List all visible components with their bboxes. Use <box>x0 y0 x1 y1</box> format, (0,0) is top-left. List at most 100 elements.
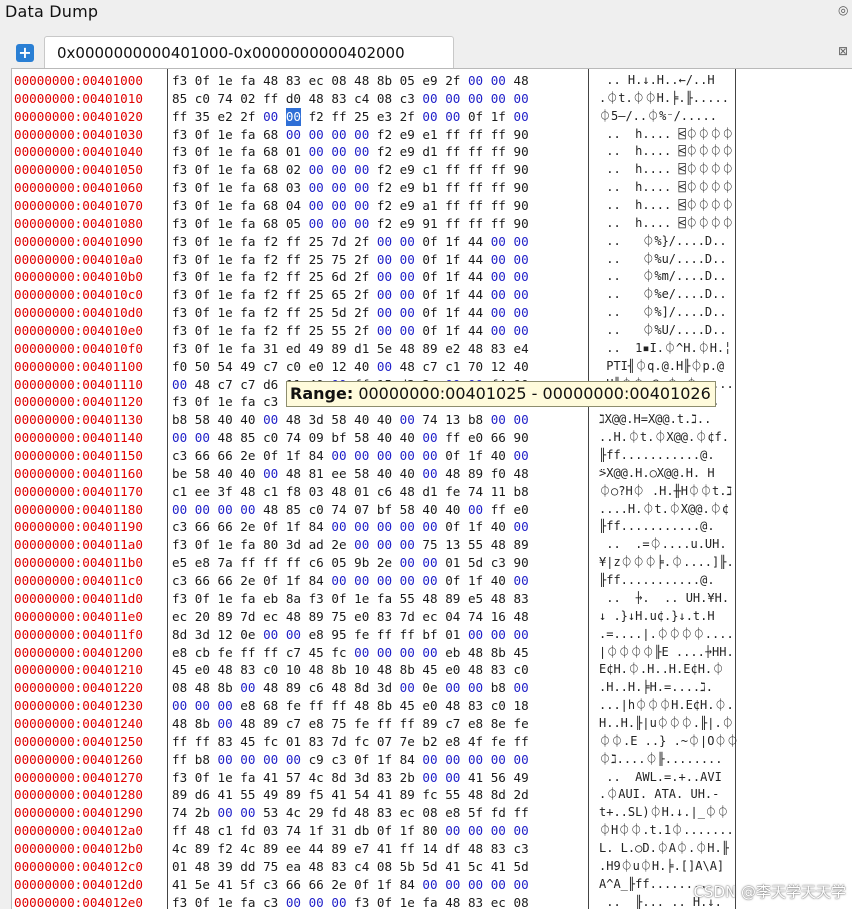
hex-byte[interactable]: fa <box>240 215 255 233</box>
hex-byte[interactable]: 48 <box>263 72 278 90</box>
hex-byte[interactable]: 00 <box>377 304 392 322</box>
hex-byte[interactable]: 00 <box>422 90 437 108</box>
hex-byte[interactable]: ff <box>445 126 460 144</box>
hex-byte[interactable]: f3 <box>172 894 187 909</box>
hex-byte[interactable]: ff <box>491 143 506 161</box>
hex-byte[interactable]: ff <box>468 126 483 144</box>
hex-byte[interactable]: fc <box>263 733 278 751</box>
hex-byte[interactable]: 49 <box>309 340 324 358</box>
ascii-row[interactable]: ℷX@@.H=X@@.t.ℷ.. <box>599 411 738 429</box>
hex-byte[interactable]: f3 <box>172 215 187 233</box>
hex-byte[interactable]: 00 <box>218 697 233 715</box>
hex-byte[interactable]: c7 <box>445 715 460 733</box>
hex-byte[interactable]: 00 <box>331 179 346 197</box>
hex-byte[interactable]: fa <box>240 536 255 554</box>
hex-byte[interactable]: ff <box>172 751 187 769</box>
hex-byte[interactable]: 00 <box>468 876 483 894</box>
hex-byte[interactable]: 75 <box>331 251 346 269</box>
hex-byte[interactable]: c0 <box>263 429 278 447</box>
hex-byte[interactable]: 1e <box>400 894 415 909</box>
hex-byte[interactable]: 25 <box>309 304 324 322</box>
hex-byte[interactable]: 00 <box>195 501 210 519</box>
hex-byte[interactable]: 40 <box>422 501 437 519</box>
hex-byte[interactable]: 53 <box>263 804 278 822</box>
hex-byte[interactable]: 4c <box>172 840 187 858</box>
hex-byte[interactable]: ff <box>400 840 415 858</box>
hex-byte[interactable]: 1e <box>218 179 233 197</box>
hex-row[interactable]: f3 0f 1e fa 68 01 00 00 00 f2 e9 d1 ff f… <box>172 143 529 161</box>
hex-byte[interactable]: 85 <box>286 501 301 519</box>
hex-byte[interactable]: 1f <box>468 518 483 536</box>
hex-byte[interactable]: 1e <box>218 590 233 608</box>
hex-byte[interactable]: 55 <box>331 322 346 340</box>
hex-byte[interactable]: 75 <box>331 608 346 626</box>
hex-byte[interactable]: ff <box>331 697 346 715</box>
hex-byte[interactable]: 41 <box>491 858 506 876</box>
hex-byte[interactable]: 55 <box>240 786 255 804</box>
hex-byte[interactable]: c7 <box>286 644 301 662</box>
hex-byte[interactable]: 58 <box>354 465 369 483</box>
hex-byte[interactable]: 1f <box>445 304 460 322</box>
hex-byte[interactable]: 48 <box>263 679 278 697</box>
add-tab-icon[interactable]: + <box>16 44 34 62</box>
hex-byte[interactable]: 48 <box>195 376 210 394</box>
hex-byte[interactable]: 84 <box>400 876 415 894</box>
hex-byte[interactable]: 05 <box>400 72 415 90</box>
hex-byte[interactable]: 00 <box>309 179 324 197</box>
hex-byte[interactable]: 31 <box>263 340 278 358</box>
hex-byte[interactable]: 48 <box>286 411 301 429</box>
hex-byte[interactable]: d1 <box>422 143 437 161</box>
hex-byte[interactable]: 48 <box>400 358 415 376</box>
hex-byte[interactable]: 41 <box>377 786 392 804</box>
hex-byte[interactable]: ff <box>331 108 346 126</box>
hex-byte[interactable]: 00 <box>354 179 369 197</box>
hex-byte[interactable]: 57 <box>286 769 301 787</box>
hex-byte[interactable]: ff <box>513 733 528 751</box>
hex-byte[interactable]: 10 <box>354 661 369 679</box>
hex-byte[interactable]: 0f <box>195 894 210 909</box>
hex-byte[interactable]: 3d <box>377 679 392 697</box>
hex-byte[interactable]: 20 <box>195 608 210 626</box>
hex-byte[interactable]: 11 <box>491 483 506 501</box>
hex-byte[interactable]: 8d <box>354 679 369 697</box>
hex-byte[interactable]: 54 <box>218 358 233 376</box>
hex-byte[interactable]: fc <box>331 644 346 662</box>
hex-byte[interactable]: 90 <box>513 179 528 197</box>
hex-byte[interactable]: d1 <box>354 340 369 358</box>
ascii-row[interactable]: .. ⏀%]/....D.. <box>599 304 738 322</box>
hex-byte[interactable]: c3 <box>263 894 278 909</box>
hex-byte[interactable]: a1 <box>422 197 437 215</box>
hex-byte[interactable]: 48 <box>445 465 460 483</box>
hex-byte[interactable]: 48 <box>331 483 346 501</box>
hex-byte[interactable]: fd <box>491 804 506 822</box>
hex-byte[interactable]: 2f <box>354 233 369 251</box>
hex-byte[interactable]: 5d <box>422 858 437 876</box>
hex-byte[interactable]: 00 <box>400 233 415 251</box>
hex-byte[interactable]: 00 <box>513 679 528 697</box>
hex-byte[interactable]: 91 <box>422 215 437 233</box>
hex-byte[interactable]: 41 <box>377 840 392 858</box>
hex-byte[interactable]: 8d <box>491 786 506 804</box>
ascii-row[interactable]: ╟ff...........@. <box>599 572 738 590</box>
hex-byte[interactable]: 10 <box>286 661 301 679</box>
hex-byte[interactable]: 00 <box>377 572 392 590</box>
hex-byte[interactable]: fa <box>240 179 255 197</box>
hex-byte[interactable]: 00 <box>218 715 233 733</box>
hex-byte[interactable]: 00 <box>218 804 233 822</box>
hex-byte[interactable]: 89 <box>331 840 346 858</box>
hex-byte[interactable]: f3 <box>172 143 187 161</box>
hex-byte[interactable]: f2 <box>377 143 392 161</box>
hex-byte[interactable]: 1e <box>218 251 233 269</box>
hex-byte[interactable]: 1e <box>218 393 233 411</box>
hex-byte[interactable]: 00 <box>513 90 528 108</box>
hex-byte[interactable]: 0f <box>422 304 437 322</box>
hex-byte[interactable]: 48 <box>468 840 483 858</box>
hex-byte[interactable]: 00 <box>263 751 278 769</box>
hex-byte[interactable]: c6 <box>309 679 324 697</box>
ascii-row[interactable]: .. ⏀%e/....D.. <box>599 286 738 304</box>
hex-byte[interactable]: 84 <box>309 518 324 536</box>
ascii-row[interactable]: E¢H.⏀.H..H.E¢H.⏀ <box>599 661 738 679</box>
hex-byte[interactable]: 1e <box>218 126 233 144</box>
hex-byte[interactable]: 41 <box>263 769 278 787</box>
hex-byte[interactable]: 48 <box>491 536 506 554</box>
